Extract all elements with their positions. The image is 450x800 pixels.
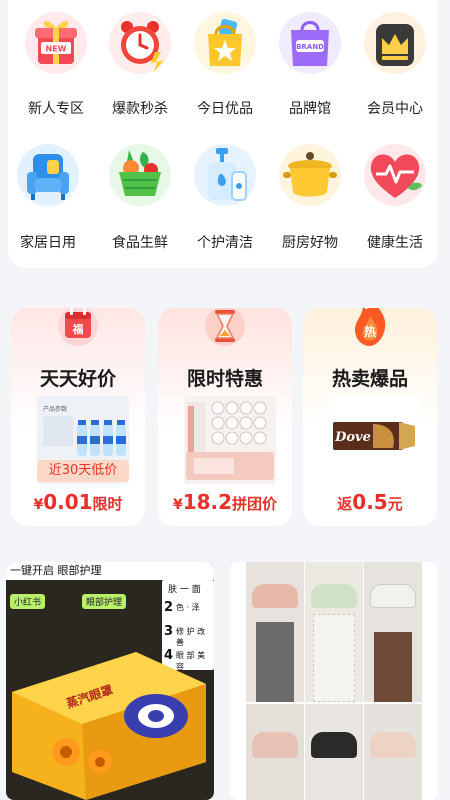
promo-title: 热卖爆品 (331, 368, 408, 390)
vegetable-basket-icon (109, 144, 171, 206)
category-label: 健康生活 (367, 235, 423, 251)
category-member-center[interactable]: 会员中心 (352, 0, 438, 120)
product-chocolate-image: Dove (329, 396, 421, 484)
category-label: 品牌馆 (289, 101, 331, 117)
new-gift-icon: NEW (25, 12, 87, 74)
eye-mask-box-image: 蒸汽眼罩 (12, 652, 206, 800)
category-new-user[interactable]: NEW 新人专区 (13, 0, 99, 120)
promo-limited-offer[interactable]: 限时特惠 ¥18.2拼团价 (158, 308, 292, 526)
promo-price: 返0.5元 (337, 490, 403, 514)
svg-text:NEW: NEW (46, 45, 67, 54)
category-home-goods[interactable]: 家居日用 (5, 132, 91, 252)
star-shopping-bag-icon (194, 12, 256, 74)
chat-bubble: 眼部护理 (82, 594, 127, 609)
chat-bubble: 小红书 (10, 594, 46, 609)
svg-text:BRAND: BRAND (296, 43, 324, 51)
feed-card-eye-mask[interactable]: 一键开启 眼部护理 小红书 眼部护理 肤 一 面 2 色 · 泽 3 修 护 改… (6, 562, 214, 800)
crown-icon (364, 12, 426, 74)
category-health[interactable]: 健康生活 (352, 132, 438, 252)
category-label: 今日优品 (197, 101, 253, 117)
promo-daily-deal[interactable]: 福 天天好价 产品参数 近30天低价 ¥0.01限时 (11, 308, 145, 526)
product-tissue-image (184, 396, 276, 484)
bras-grid-image (246, 562, 422, 800)
svg-text:福: 福 (72, 322, 84, 336)
svg-text:Dove: Dove (334, 430, 371, 445)
feed-banner: 一键开启 眼部护理 (6, 562, 214, 580)
category-label: 个护清洁 (197, 235, 253, 251)
heart-pulse-icon (364, 144, 426, 206)
category-label: 新人专区 (28, 101, 84, 117)
flame-icon: 热 (349, 308, 389, 346)
low-price-tag: 近30天低价 (37, 460, 129, 482)
svg-text:热: 热 (364, 324, 376, 339)
promo-price: ¥18.2拼团价 (172, 490, 278, 514)
category-daily-picks[interactable]: 今日优品 (182, 0, 268, 120)
category-label: 食品生鲜 (112, 235, 168, 251)
promo-title: 天天好价 (39, 368, 116, 390)
brand-bag-icon: BRAND (279, 12, 341, 74)
alarm-clock-icon (109, 12, 171, 74)
category-personal-care[interactable]: 个护清洁 (182, 132, 268, 252)
cooking-pot-icon (279, 144, 341, 206)
promo-hot-sellers[interactable]: 热 热卖爆品 Dove 返0.5元 (303, 308, 437, 526)
category-label: 厨房好物 (282, 235, 338, 251)
feed-card-bras[interactable] (230, 562, 438, 800)
lotion-bottle-icon (194, 144, 256, 206)
category-label: 家居日用 (20, 235, 76, 251)
category-flash-sale[interactable]: 爆款秒杀 (97, 0, 183, 120)
hourglass-icon (204, 308, 245, 350)
category-label: 会员中心 (367, 101, 423, 117)
armchair-icon (17, 144, 79, 206)
calendar-icon: 福 (57, 308, 98, 350)
category-brand-hall[interactable]: BRAND 品牌馆 (267, 0, 353, 120)
category-kitchen[interactable]: 厨房好物 (267, 132, 353, 252)
category-label: 爆款秒杀 (112, 101, 168, 117)
category-fresh-food[interactable]: 食品生鲜 (97, 132, 183, 252)
promo-price: ¥0.01限时 (33, 490, 123, 514)
promo-title: 限时特惠 (186, 368, 263, 390)
